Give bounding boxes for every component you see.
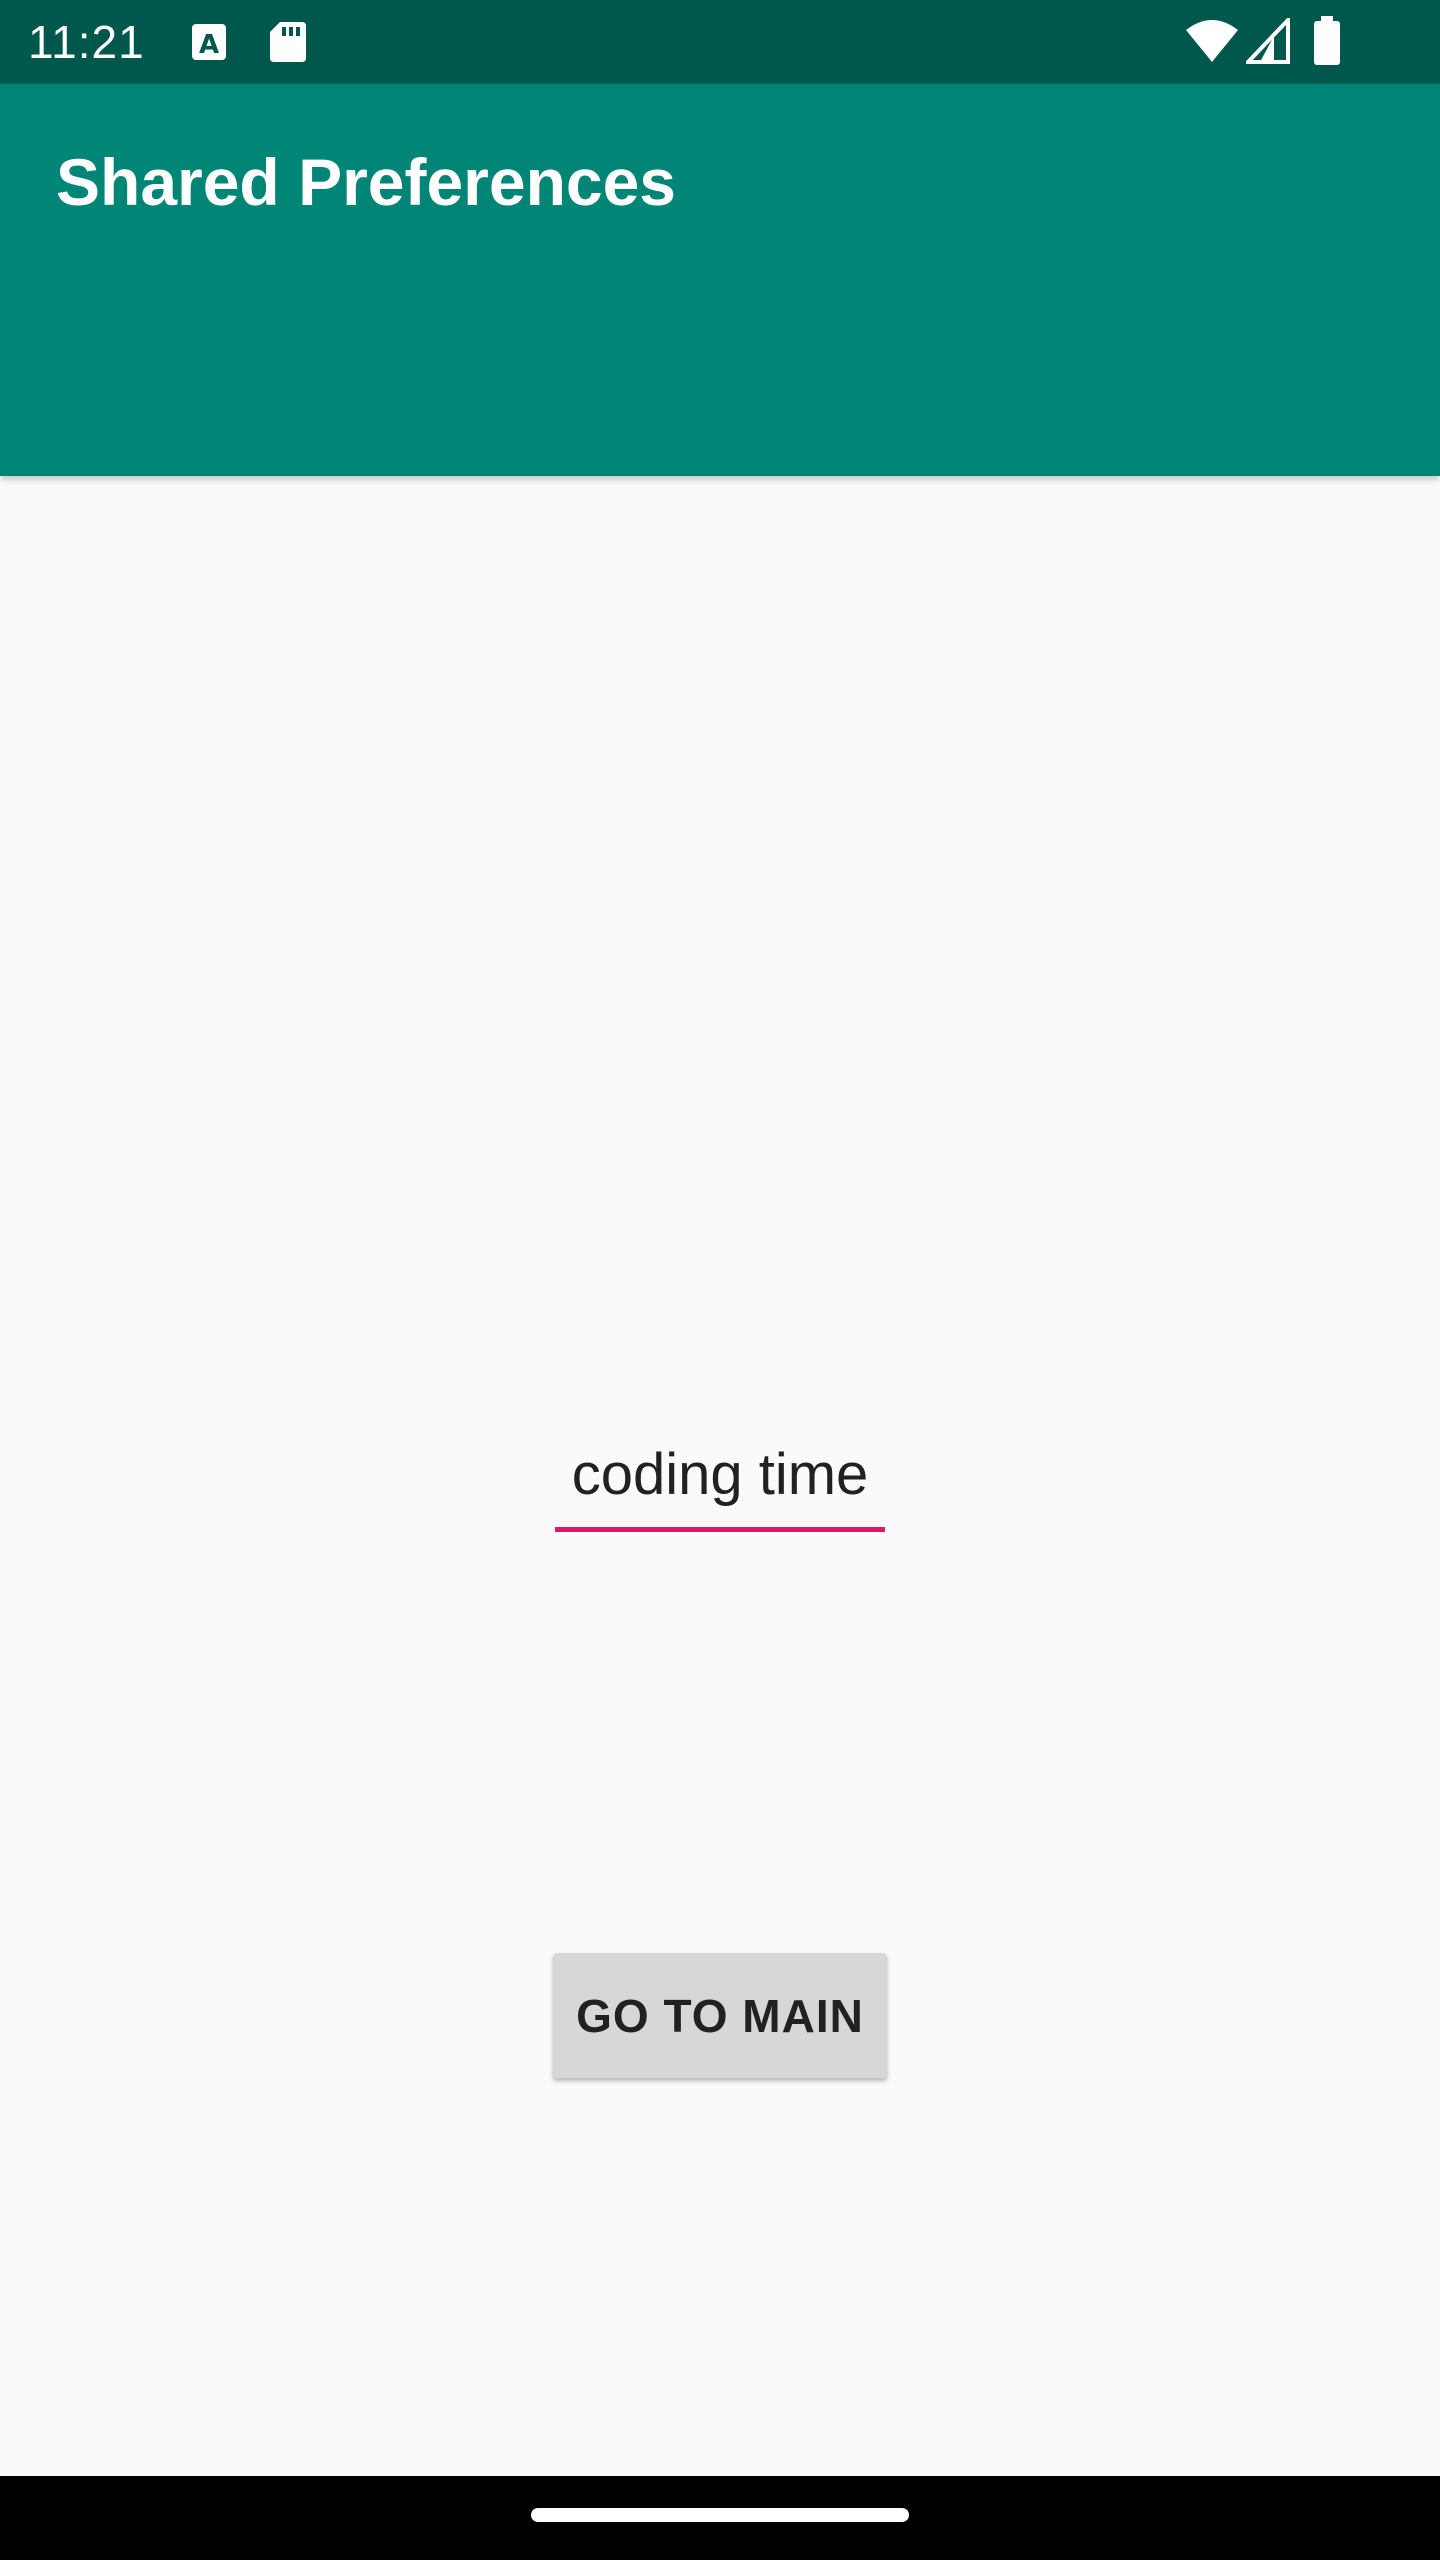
status-bar: 11:21 A xyxy=(0,0,1440,84)
status-time: 11:21 xyxy=(28,16,145,68)
app-bar: Shared Preferences xyxy=(0,84,1440,280)
text-recognition-icon: A xyxy=(192,24,226,60)
sd-card-icon xyxy=(270,22,306,62)
text-input-value: coding time xyxy=(571,1442,869,1507)
app-title: Shared Preferences xyxy=(56,145,677,219)
app-bar-extension xyxy=(0,280,1440,476)
battery-icon xyxy=(1314,16,1340,65)
go-to-main-label: GO TO MAIN xyxy=(576,1989,864,2042)
cellular-signal-icon xyxy=(1246,18,1290,64)
home-gesture-handle[interactable] xyxy=(531,2508,909,2522)
go-to-main-button[interactable]: GO TO MAIN xyxy=(553,1953,887,2078)
navigation-bar xyxy=(0,2476,1440,2560)
text-input-underline xyxy=(555,1527,885,1532)
text-input-field[interactable]: coding time xyxy=(555,1430,885,1532)
app-screen: 11:21 A Shared Preferences coding time G… xyxy=(0,0,1440,2560)
svg-text:A: A xyxy=(199,30,219,60)
wifi-icon xyxy=(1186,20,1238,62)
